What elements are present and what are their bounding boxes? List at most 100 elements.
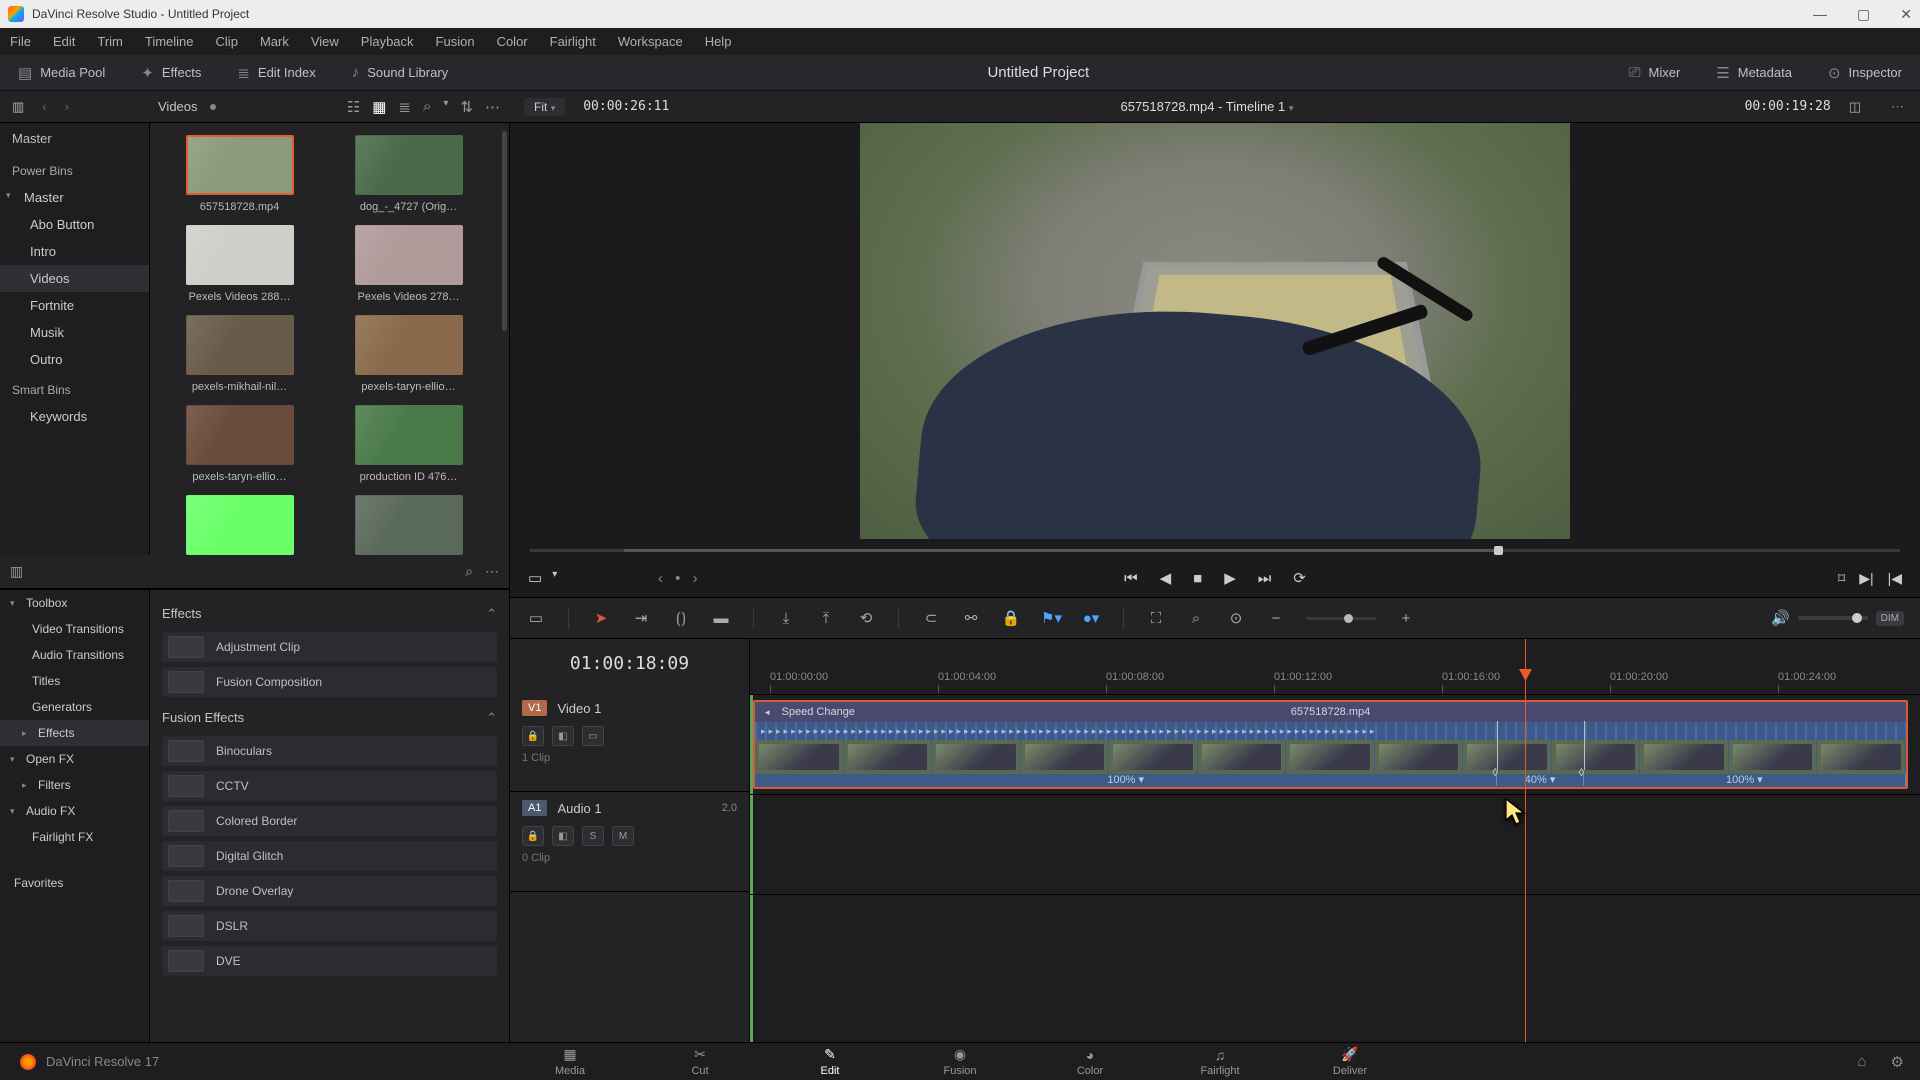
bin-item[interactable]: Outro <box>0 346 149 373</box>
bin-item[interactable]: Keywords <box>0 403 149 430</box>
menu-playback[interactable]: Playback <box>361 34 414 49</box>
effect-item[interactable]: Binoculars <box>162 736 497 766</box>
fx-collapse-icon[interactable]: ⌃ <box>486 606 497 622</box>
fx-collapse-icon[interactable]: ▥ <box>10 563 23 580</box>
track-header-a1[interactable]: A1Audio 12.0 🔒 ◧ S M 0 Clip <box>510 792 749 892</box>
menu-file[interactable]: File <box>10 34 31 49</box>
media-thumb[interactable] <box>162 495 317 555</box>
viewer-mode-dropdown-icon[interactable]: ▾ <box>552 569 557 587</box>
page-media[interactable]: ▦Media <box>540 1046 600 1077</box>
audio-track-row[interactable] <box>750 795 1920 895</box>
menu-edit[interactable]: Edit <box>53 34 75 49</box>
project-settings-icon[interactable]: ⚙ <box>1891 1053 1904 1071</box>
toggle-mixer[interactable]: ⎚Mixer <box>1610 64 1698 81</box>
lock-button[interactable]: 🔒 <box>1001 609 1021 627</box>
fx-cat-audiofx[interactable]: ▾Audio FX <box>0 798 149 824</box>
speaker-icon[interactable]: 🔊 <box>1771 609 1790 627</box>
viewer-options-icon[interactable]: ⋯ <box>1891 99 1906 115</box>
track-enable-icon[interactable]: ▭ <box>582 726 604 746</box>
menu-fairlight[interactable]: Fairlight <box>550 34 596 49</box>
speed-handle-line[interactable] <box>1497 721 1498 770</box>
fx-cat[interactable]: ▸Filters <box>0 772 149 798</box>
bin-item[interactable]: Musik <box>0 319 149 346</box>
effect-item[interactable]: Colored Border <box>162 806 497 836</box>
fx-search-icon[interactable]: ⌕ <box>465 563 473 580</box>
fx-cat[interactable]: Audio Transitions <box>0 642 149 668</box>
media-thumb[interactable]: pexels-mikhail-nil… <box>162 315 317 393</box>
zoom-in-button[interactable]: + <box>1396 610 1416 627</box>
zoom-out-button[interactable]: − <box>1266 610 1286 627</box>
dynamic-trim-button[interactable]: ⟮⟯ <box>671 610 691 627</box>
stop-button[interactable]: ■ <box>1193 570 1202 587</box>
media-thumb[interactable]: production ID 476… <box>331 405 486 483</box>
fx-cat[interactable]: Generators <box>0 694 149 720</box>
timeline-view-options-icon[interactable]: ▭ <box>526 609 546 627</box>
menu-fusion[interactable]: Fusion <box>436 34 475 49</box>
track-name[interactable]: Audio 1 <box>557 801 601 816</box>
fx-cat[interactable]: Video Transitions <box>0 616 149 642</box>
bin-item[interactable]: Abo Button <box>0 211 149 238</box>
effect-item[interactable]: Drone Overlay <box>162 876 497 906</box>
zoom-fit-dropdown[interactable]: Fit ▾ <box>524 98 565 116</box>
minimize-button[interactable]: — <box>1813 6 1827 23</box>
list-view-icon[interactable]: ≣ <box>398 98 411 116</box>
effect-item[interactable]: Fusion Composition <box>162 667 497 697</box>
thumb-scrollbar[interactable] <box>502 131 507 331</box>
take-selector-icon[interactable]: ⌑ <box>1838 570 1845 587</box>
bin-item[interactable]: Intro <box>0 238 149 265</box>
page-deliver[interactable]: 🚀Deliver <box>1320 1046 1380 1077</box>
toggle-sound-library[interactable]: ♪Sound Library <box>334 55 466 90</box>
page-fairlight[interactable]: ♫Fairlight <box>1190 1047 1250 1077</box>
viewer-mode-icon[interactable]: ▭ <box>528 569 542 587</box>
media-thumb[interactable]: pexels-taryn-ellio… <box>331 315 486 393</box>
fx-collapse-icon[interactable]: ⌃ <box>486 710 497 726</box>
fx-cat-selected[interactable]: ▸Effects <box>0 720 149 746</box>
auto-select-icon[interactable]: ◧ <box>552 726 574 746</box>
effect-item[interactable]: DSLR <box>162 911 497 941</box>
metadata-view-icon[interactable]: ☷ <box>347 98 360 116</box>
media-thumb[interactable]: dog_-_4727 (Orig… <box>331 135 486 213</box>
track-header-v1[interactable]: V1Video 1 🔒 ◧ ▭ 1 Clip <box>510 692 749 792</box>
fx-cat-favorites[interactable]: Favorites <box>0 870 149 896</box>
effect-item[interactable]: CCTV <box>162 771 497 801</box>
auto-select-icon[interactable]: ◧ <box>552 826 574 846</box>
menu-timeline[interactable]: Timeline <box>145 34 194 49</box>
fx-cat[interactable]: Titles <box>0 668 149 694</box>
detail-zoom-button[interactable]: ⌕ <box>1186 610 1206 627</box>
go-last-button[interactable]: ⏭ <box>1258 570 1272 587</box>
home-icon[interactable]: ⌂ <box>1857 1053 1866 1071</box>
jump-start-icon[interactable]: |◀ <box>1888 570 1902 587</box>
media-thumb[interactable]: Pexels Videos 288… <box>162 225 317 303</box>
more-icon[interactable]: ⋯ <box>485 98 500 116</box>
link-button[interactable]: ⚯ <box>961 609 981 627</box>
speed-pct[interactable]: 100% ▾ <box>1726 774 1763 786</box>
snap-button[interactable]: ⊂ <box>921 609 941 627</box>
custom-zoom-button[interactable]: ⊙ <box>1226 609 1246 627</box>
track-name[interactable]: Video 1 <box>557 701 601 716</box>
timeline-name-dropdown[interactable]: 657518728.mp4 - Timeline 1 ▾ <box>1120 99 1293 114</box>
dual-viewer-icon[interactable]: ◫ <box>1849 99 1861 115</box>
toggle-media-pool[interactable]: ▤Media Pool <box>0 55 123 90</box>
speed-pct[interactable]: 40% ▾ <box>1525 774 1556 786</box>
page-cut[interactable]: ✂Cut <box>670 1046 730 1077</box>
solo-button[interactable]: S <box>582 826 604 846</box>
media-thumb[interactable]: 657518728.mp4 <box>162 135 317 213</box>
breadcrumb[interactable]: Videos <box>158 99 198 114</box>
speed-segments[interactable]: 100% ▾◊40% ▾◊100% ▾ <box>755 771 1906 787</box>
page-color[interactable]: ◕Color <box>1060 1047 1120 1077</box>
menu-trim[interactable]: Trim <box>97 34 123 49</box>
nav-fwd-icon[interactable]: › <box>65 99 69 114</box>
bin-master[interactable]: Master <box>0 123 149 154</box>
effect-item[interactable]: Adjustment Clip <box>162 632 497 662</box>
maximize-button[interactable]: ▢ <box>1857 6 1870 23</box>
zoom-slider[interactable] <box>1306 617 1376 620</box>
video-clip[interactable]: ◂ Speed Change 657518728.mp4 ▸▸▸▸▸▸▸▸▸▸▸… <box>753 700 1908 789</box>
volume-slider[interactable] <box>1798 616 1868 620</box>
video-track-row[interactable]: ◂ Speed Change 657518728.mp4 ▸▸▸▸▸▸▸▸▸▸▸… <box>750 695 1920 795</box>
track-area[interactable]: 01:00:00:0001:00:04:0001:00:08:0001:00:1… <box>750 639 1920 1042</box>
selection-tool-button[interactable]: ➤ <box>591 609 611 627</box>
replace-clip-button[interactable]: ⟲ <box>856 609 876 627</box>
effect-item[interactable]: Digital Glitch <box>162 841 497 871</box>
marker-button[interactable]: ●▾ <box>1081 609 1101 627</box>
close-button[interactable]: ✕ <box>1900 6 1912 23</box>
